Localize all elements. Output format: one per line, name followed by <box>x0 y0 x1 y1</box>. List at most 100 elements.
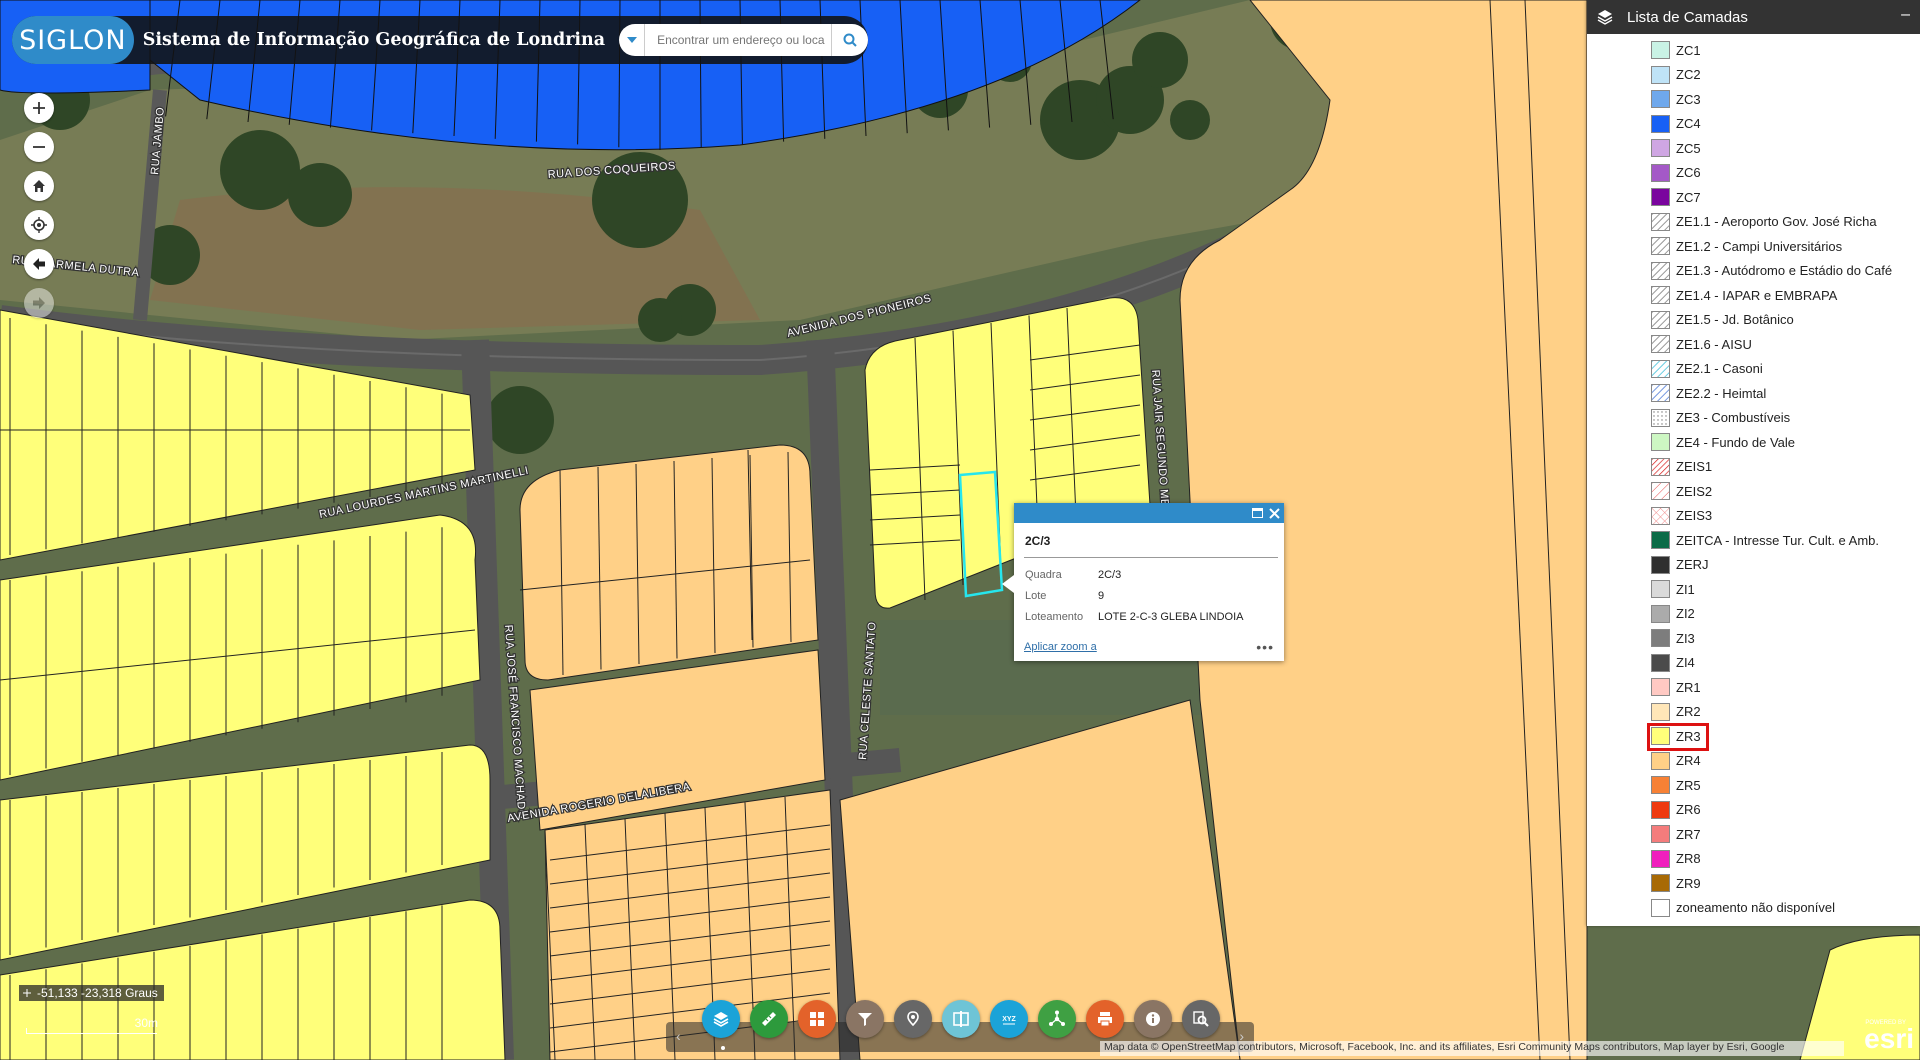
xyz-coordinates-button[interactable]: XYZ <box>990 1000 1028 1038</box>
layer-item[interactable]: ZE1.3 - Autódromo e Estádio do Café <box>1587 259 1920 284</box>
layer-item[interactable]: ZC3 <box>1587 87 1920 112</box>
swipe-button[interactable] <box>942 1000 980 1038</box>
layer-item[interactable]: ZR3 <box>1587 723 1920 751</box>
layer-item[interactable]: ZI3 <box>1587 626 1920 651</box>
toolbar-prev-icon[interactable]: ‹ <box>676 1028 681 1044</box>
table-row: Quadra 2C/3 <box>1025 564 1244 585</box>
arrow-right-icon <box>33 297 45 309</box>
layer-item[interactable]: ZEIS3 <box>1587 504 1920 529</box>
legend-swatch <box>1651 604 1670 623</box>
minimize-icon[interactable]: – <box>1901 6 1910 24</box>
measure-button[interactable] <box>750 1000 788 1038</box>
basemap-grid-button[interactable] <box>798 1000 836 1038</box>
xyz-coordinates-icon: XYZ <box>1002 1016 1017 1025</box>
swipe-icon <box>953 1011 969 1027</box>
layer-label: ZI2 <box>1676 606 1695 622</box>
more-options-icon[interactable]: ••• <box>1256 639 1274 655</box>
zoom-to-link[interactable]: Aplicar zoom a <box>1024 641 1097 653</box>
layer-item[interactable]: ZE1.2 - Campi Universitários <box>1587 234 1920 259</box>
layer-item[interactable]: ZE2.1 - Casoni <box>1587 357 1920 382</box>
search-source-dropdown[interactable] <box>619 24 646 56</box>
legend-swatch <box>1651 678 1670 697</box>
layer-item[interactable]: ZERJ <box>1587 553 1920 578</box>
next-extent-button[interactable] <box>24 288 54 318</box>
layers-icon <box>1597 10 1613 25</box>
layer-item[interactable]: ZC5 <box>1587 136 1920 161</box>
close-icon[interactable] <box>1269 507 1280 519</box>
layer-item[interactable]: ZE1.5 - Jd. Botânico <box>1587 308 1920 333</box>
info-button[interactable] <box>1134 1000 1172 1038</box>
esri-logo[interactable]: esri <box>1864 1023 1914 1055</box>
layer-item[interactable]: ZE4 - Fundo de Vale <box>1587 430 1920 455</box>
layer-label: ZEITCA - Intresse Tur. Cult. e Amb. <box>1676 532 1880 548</box>
layer-label: ZC5 <box>1676 140 1701 156</box>
layer-item[interactable]: ZC4 <box>1587 112 1920 137</box>
layer-item[interactable]: ZR4 <box>1587 749 1920 774</box>
svg-text:XYZ: XYZ <box>1002 1016 1016 1023</box>
plus-icon <box>33 102 45 114</box>
layer-item[interactable]: ZC7 <box>1587 185 1920 210</box>
layer-item[interactable]: zoneamento não disponível <box>1587 896 1920 921</box>
siglon-logo[interactable]: SIGLON <box>12 16 134 64</box>
measure-icon <box>762 1012 776 1026</box>
print-button[interactable] <box>1086 1000 1124 1038</box>
locate-button[interactable] <box>24 210 54 240</box>
layer-item[interactable]: ZC2 <box>1587 63 1920 88</box>
layer-label: ZI1 <box>1676 581 1695 597</box>
layer-item[interactable]: ZEIS2 <box>1587 479 1920 504</box>
search-button[interactable] <box>830 24 868 56</box>
layer-item[interactable]: ZR8 <box>1587 847 1920 872</box>
legend-swatch <box>1651 702 1670 721</box>
home-button[interactable] <box>24 171 54 201</box>
locate-pin-button[interactable] <box>894 1000 932 1038</box>
highlight-box <box>1647 723 1709 751</box>
attr-key: Quadra <box>1025 568 1062 581</box>
share-icon <box>1049 1010 1065 1026</box>
zoom-in-button[interactable] <box>24 93 54 123</box>
search-input[interactable] <box>645 25 831 55</box>
maximize-icon[interactable] <box>1252 508 1263 518</box>
search-box <box>619 24 868 56</box>
layer-item[interactable]: ZE1.6 - AISU <box>1587 332 1920 357</box>
layer-label: ZR4 <box>1676 753 1701 769</box>
layer-legend-list: ZC1 ZC2 ZC3 ZC4 ZC5 ZC6 ZC7 ZE1.1 - Aeroporto G… <box>1587 34 1920 920</box>
layer-item[interactable]: ZE1.1 - Aeroporto Gov. José Richa <box>1587 210 1920 235</box>
layers-button[interactable] <box>702 1000 740 1038</box>
layer-item[interactable]: ZI2 <box>1587 602 1920 627</box>
layer-item[interactable]: ZR6 <box>1587 798 1920 823</box>
previous-extent-button[interactable] <box>24 249 54 279</box>
legend-swatch <box>1651 237 1670 256</box>
legend-swatch <box>1651 188 1670 207</box>
layer-label: ZR7 <box>1676 826 1701 842</box>
layer-item[interactable]: ZR2 <box>1587 700 1920 725</box>
layer-item[interactable]: ZI4 <box>1587 651 1920 676</box>
layer-item[interactable]: ZR5 <box>1587 773 1920 798</box>
legend-swatch <box>1651 65 1670 84</box>
legend-swatch <box>1651 384 1670 403</box>
layer-label: ZE1.4 - IAPAR e EMBRAPA <box>1676 287 1838 303</box>
layer-item[interactable]: ZR9 <box>1587 871 1920 896</box>
query-search-button[interactable] <box>1182 1000 1220 1038</box>
legend-swatch <box>1651 286 1670 305</box>
layer-item[interactable]: ZEITCA - Intresse Tur. Cult. e Amb. <box>1587 528 1920 553</box>
layer-item[interactable]: ZEIS1 <box>1587 455 1920 480</box>
attr-key: Loteamento <box>1025 610 1084 623</box>
layer-item[interactable]: ZR1 <box>1587 675 1920 700</box>
legend-swatch <box>1651 776 1670 795</box>
share-button[interactable] <box>1038 1000 1076 1038</box>
layer-item[interactable]: ZC1 <box>1587 38 1920 63</box>
layer-item[interactable]: ZR7 <box>1587 822 1920 847</box>
coordinate-readout[interactable]: -51,133 -23,318 Graus <box>19 985 164 1001</box>
layer-item[interactable]: ZI1 <box>1587 577 1920 602</box>
layer-item[interactable]: ZE2.2 - Heimtal <box>1587 381 1920 406</box>
layer-item[interactable]: ZC6 <box>1587 161 1920 186</box>
layer-item[interactable]: ZE3 - Combustíveis <box>1587 406 1920 431</box>
table-row: Loteamento LOTE 2-C-3 GLEBA LINDOIA <box>1025 606 1244 627</box>
layer-item[interactable]: ZE1.4 - IAPAR e EMBRAPA <box>1587 283 1920 308</box>
zoom-out-button[interactable] <box>24 132 54 162</box>
filter-button[interactable] <box>846 1000 884 1038</box>
scale-label: 30m <box>134 1016 158 1030</box>
active-indicator <box>721 1046 725 1050</box>
legend-swatch <box>1651 506 1670 525</box>
layer-label: ZE1.6 - AISU <box>1676 336 1752 352</box>
